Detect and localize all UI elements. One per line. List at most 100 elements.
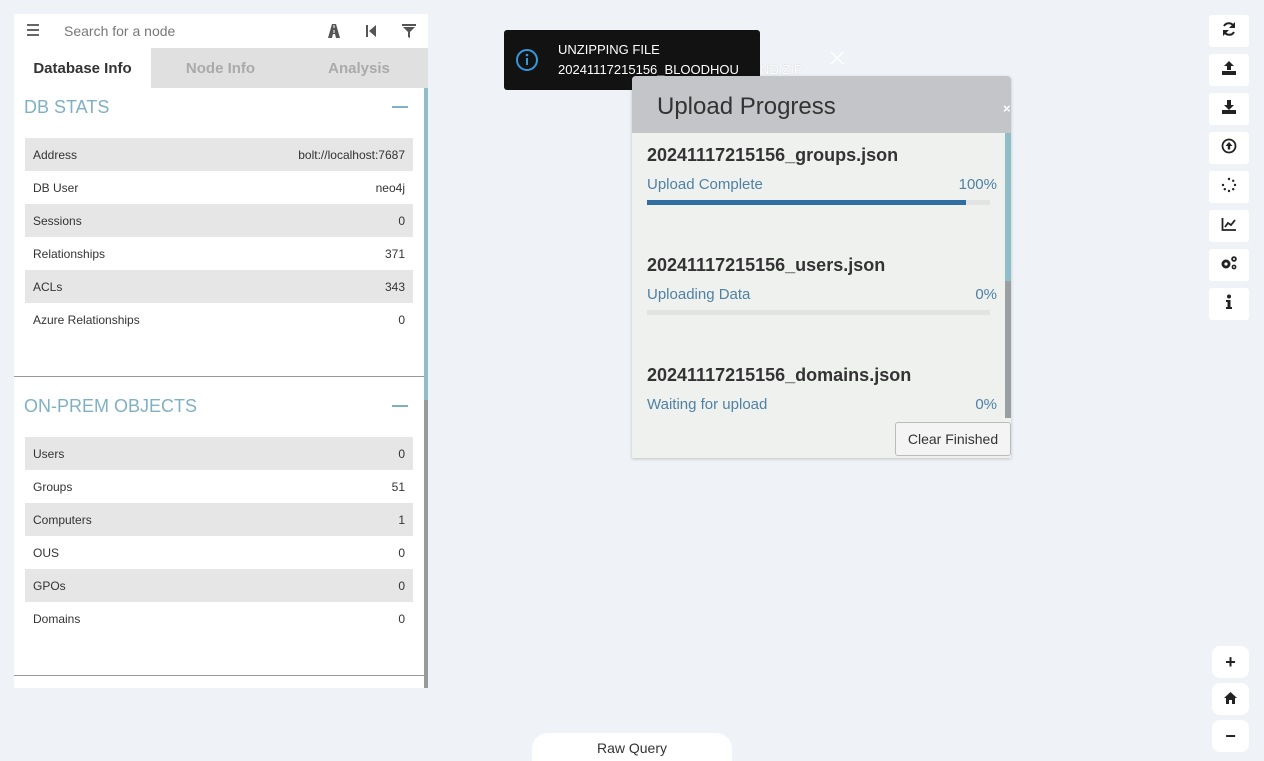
info-icon xyxy=(1225,294,1233,315)
settings-icon xyxy=(1220,255,1238,276)
stat-label: DB User xyxy=(33,180,79,195)
section-title: DB STATS xyxy=(24,96,110,117)
upload-status: Uploading Data xyxy=(647,286,751,303)
home-button[interactable] xyxy=(1212,683,1249,715)
layout-spinner-icon xyxy=(1221,177,1237,198)
stat-value: 0 xyxy=(398,446,405,461)
upload-icon xyxy=(1221,60,1237,81)
tab-label: Database Info xyxy=(33,59,132,77)
tab-analysis[interactable]: Analysis xyxy=(290,48,428,88)
left-panel: Database Info Node Info Analysis DB STAT… xyxy=(14,14,428,688)
layout-button[interactable] xyxy=(1209,171,1249,203)
stat-label: Sessions xyxy=(33,213,82,228)
stat-label: Relationships xyxy=(33,246,106,261)
stat-value: bolt://localhost:7687 xyxy=(298,147,405,162)
upload-item: 20241117215156_groups.json Upload Comple… xyxy=(647,133,997,233)
upload-status: Waiting for upload xyxy=(647,396,768,413)
toast-title: UNZIPPING FILE xyxy=(558,42,660,57)
modal-close-button[interactable]: × xyxy=(1003,101,1011,116)
stat-value: 0 xyxy=(398,611,405,626)
stat-label: Computers xyxy=(33,512,92,527)
stat-label: Address xyxy=(33,147,78,162)
stat-value: 343 xyxy=(384,279,405,294)
clear-finished-button[interactable]: Clear Finished xyxy=(895,422,1011,456)
stat-label: GPOs xyxy=(33,578,66,593)
collapse-icon[interactable] xyxy=(392,405,408,407)
stat-value: 0 xyxy=(398,213,405,228)
stat-label: Users xyxy=(33,446,65,461)
settings-button[interactable] xyxy=(1209,249,1249,281)
stat-value: 0 xyxy=(398,312,405,327)
stats-button[interactable] xyxy=(1209,210,1249,242)
upload-percent: 0% xyxy=(975,396,997,413)
zoom-out-button[interactable]: − xyxy=(1212,720,1249,752)
section-divider xyxy=(14,675,424,676)
upload-list: 20241117215156_groups.json Upload Comple… xyxy=(632,133,1011,418)
modal-title: Upload Progress xyxy=(657,93,836,120)
upload-progress-fill xyxy=(647,200,966,205)
raw-query-toggle[interactable]: Raw Query xyxy=(532,733,732,761)
stat-value: 1 xyxy=(398,512,405,527)
modal-header: Upload Progress × xyxy=(632,76,1011,133)
about-button[interactable] xyxy=(1209,288,1249,320)
stat-row-relationships: Relationships 371 xyxy=(25,237,413,270)
upload-data-button[interactable] xyxy=(1209,54,1249,86)
upload-circle-icon xyxy=(1221,138,1237,159)
hamburger-menu-icon[interactable] xyxy=(27,24,39,36)
onprem-objects-header[interactable]: ON-PREM OBJECTS xyxy=(24,391,412,421)
download-icon xyxy=(1221,99,1237,120)
modal-scrollbar-thumb[interactable] xyxy=(1005,133,1011,281)
upload-progress-modal: Upload Progress × 20241117215156_groups.… xyxy=(632,76,1011,458)
stat-row-groups: Groups 51 xyxy=(25,470,413,503)
upload-item: 20241117215156_domains.json Waiting for … xyxy=(647,353,997,418)
stat-row-sessions: Sessions 0 xyxy=(25,204,413,237)
upload-file-name: 20241117215156_domains.json xyxy=(647,365,912,385)
filter-icon[interactable] xyxy=(400,22,418,40)
stat-label: Groups xyxy=(33,479,73,494)
raw-query-label: Raw Query xyxy=(596,740,668,756)
chart-icon xyxy=(1221,216,1237,237)
info-circle-icon xyxy=(515,48,539,72)
upload-progress-bar xyxy=(647,310,990,315)
stat-row-address: Address bolt://localhost:7687 xyxy=(25,138,413,171)
upload-percent: 100% xyxy=(958,176,997,193)
stat-label: OUS xyxy=(33,545,60,560)
toast-filename: 20241117215156_BLOODHOU xyxy=(558,62,739,77)
zoom-in-button[interactable]: + xyxy=(1212,646,1249,678)
search-input[interactable] xyxy=(54,20,304,42)
upload-progress-bar xyxy=(647,200,990,205)
collapse-icon[interactable] xyxy=(392,106,408,108)
stat-label: Azure Relationships xyxy=(33,312,140,327)
section-divider xyxy=(14,376,424,377)
stat-value: 371 xyxy=(384,246,405,261)
stat-value: neo4j xyxy=(375,180,405,195)
refresh-icon xyxy=(1221,21,1237,42)
stat-row-computers: Computers 1 xyxy=(25,503,413,536)
tab-label: Node Info xyxy=(185,59,256,77)
import-button[interactable] xyxy=(1209,132,1249,164)
tab-row: Database Info Node Info Analysis xyxy=(14,48,428,88)
search-bar xyxy=(14,14,428,48)
stat-value: 51 xyxy=(391,479,405,494)
tab-node-info[interactable]: Node Info xyxy=(151,48,290,88)
stat-label: ACLs xyxy=(33,279,63,294)
refresh-button[interactable] xyxy=(1209,15,1249,47)
upload-status: Upload Complete xyxy=(647,176,763,193)
stat-row-azure-relationships: Azure Relationships 0 xyxy=(25,303,413,336)
pathfinding-icon[interactable] xyxy=(325,22,343,40)
tab-label: Analysis xyxy=(328,59,390,77)
db-stats-header[interactable]: DB STATS xyxy=(24,92,412,122)
back-icon[interactable] xyxy=(362,22,380,40)
stat-row-db-user: DB User neo4j xyxy=(25,171,413,204)
stat-value: 0 xyxy=(398,545,405,560)
section-title: ON-PREM OBJECTS xyxy=(24,395,198,416)
upload-file-name: 20241117215156_groups.json xyxy=(647,145,899,165)
toast-filename-overflow: ND.ZIP xyxy=(760,62,803,77)
stat-row-acls: ACLs 343 xyxy=(25,270,413,303)
toast-close-icon[interactable] xyxy=(829,50,845,66)
export-button[interactable] xyxy=(1209,93,1249,125)
stat-row-domains: Domains 0 xyxy=(25,602,413,635)
stat-row-ous: OUS 0 xyxy=(25,536,413,569)
scrollbar-thumb[interactable] xyxy=(424,88,428,400)
tab-database-info[interactable]: Database Info xyxy=(14,48,151,88)
